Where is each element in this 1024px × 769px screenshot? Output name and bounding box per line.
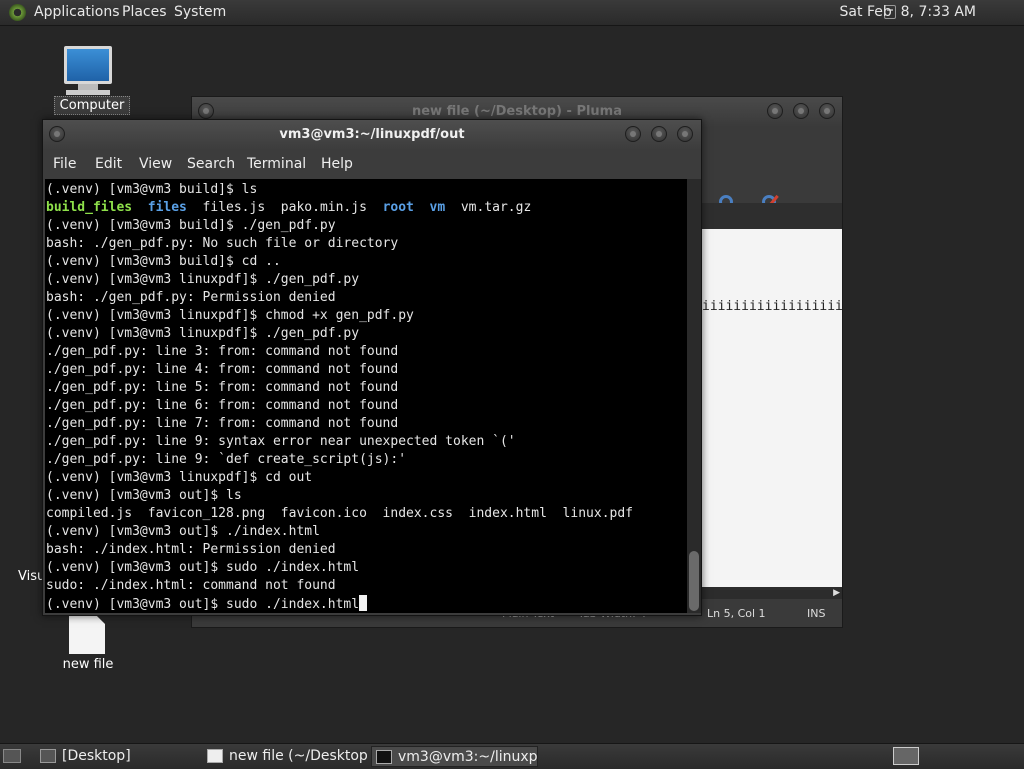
terminal-line: ./gen_pdf.py: line 6: from: command not … xyxy=(46,398,399,413)
task-pluma-label: new file (~/Desktop... xyxy=(229,748,367,764)
terminal-line: ./gen_pdf.py: line 9: syntax error near … xyxy=(46,434,516,449)
mate-logo-icon[interactable] xyxy=(9,4,26,21)
terminal-lines: (.venv) [vm3@vm3 build]$ ls build_files … xyxy=(46,181,633,613)
terminal-line: bash: ./gen_pdf.py: Permission denied xyxy=(46,290,336,305)
terminal-cursor xyxy=(359,595,368,611)
task-desktop-label: [Desktop] xyxy=(62,748,131,764)
terminal-line: (.venv) [vm3@vm3 build]$ cd .. xyxy=(46,254,281,269)
terminal-scrollbar[interactable] xyxy=(687,179,701,613)
terminal-minimize-button[interactable] xyxy=(625,126,641,142)
pluma-minimize-button[interactable] xyxy=(767,103,783,119)
text-editor-icon xyxy=(207,749,223,763)
pluma-horizontal-scrollbar[interactable]: ▶ xyxy=(700,587,842,599)
terminal-menubar: File Edit View Search Terminal Help xyxy=(43,150,701,179)
menu-terminal[interactable]: Terminal xyxy=(247,156,306,172)
menu-search[interactable]: Search xyxy=(187,156,235,172)
terminal-scrollbar-thumb[interactable] xyxy=(689,551,699,611)
ls-entry-build-files: build_files xyxy=(46,200,133,215)
terminal-line: (.venv) [vm3@vm3 out]$ sudo ./index.html xyxy=(46,560,360,575)
ls-entry-vm-tar: vm.tar.gz xyxy=(445,200,532,215)
ls-entry-files-js: files.js pako.min.js xyxy=(186,200,383,215)
text-file-icon[interactable] xyxy=(69,614,105,654)
terminal-window[interactable]: vm3@vm3:~/linuxpdf/out File Edit View Se… xyxy=(42,119,702,616)
terminal-line: ./gen_pdf.py: line 7: from: command not … xyxy=(46,416,399,431)
menu-view[interactable]: View xyxy=(139,156,172,172)
terminal-titlebar[interactable]: vm3@vm3:~/linuxpdf/out xyxy=(43,120,701,150)
terminal-line: (.venv) [vm3@vm3 out]$ ls xyxy=(46,488,242,503)
task-terminal[interactable]: vm3@vm3:~/linuxp... xyxy=(371,746,538,767)
terminal-close-button[interactable] xyxy=(677,126,693,142)
terminal-line: (.venv) [vm3@vm3 out]$ ./index.html xyxy=(46,524,320,539)
workspace-switcher-icon[interactable] xyxy=(893,747,919,765)
menu-edit[interactable]: Edit xyxy=(95,156,122,172)
terminal-line: (.venv) [vm3@vm3 linuxpdf]$ chmod +x gen… xyxy=(46,308,414,323)
computer-base xyxy=(66,90,110,95)
menu-help[interactable]: Help xyxy=(321,156,353,172)
terminal-line: compiled.js favicon_128.png favicon.ico … xyxy=(46,506,633,521)
computer-label[interactable]: Computer xyxy=(54,96,130,115)
terminal-line: (.venv) [vm3@vm3 linuxpdf]$ cd out xyxy=(46,470,313,485)
ls-entry-files: files xyxy=(147,200,187,215)
task-desktop[interactable]: [Desktop] xyxy=(36,746,198,767)
menu-file[interactable]: File xyxy=(53,156,76,172)
ls-entry-vm: vm xyxy=(429,200,446,215)
task-terminal-label: vm3@vm3:~/linuxp... xyxy=(398,749,538,765)
pluma-close-button[interactable] xyxy=(819,103,835,119)
terminal-line: ./gen_pdf.py: line 5: from: command not … xyxy=(46,380,399,395)
terminal-line: bash: ./gen_pdf.py: No such file or dire… xyxy=(46,236,399,251)
terminal-line: ./gen_pdf.py: line 4: from: command not … xyxy=(46,362,399,377)
terminal-maximize-button[interactable] xyxy=(651,126,667,142)
folder-icon xyxy=(40,749,56,763)
new-file-label[interactable]: new file xyxy=(56,657,120,672)
computer-icon[interactable] xyxy=(64,46,112,84)
terminal-title: vm3@vm3:~/linuxpdf/out xyxy=(279,127,465,142)
insert-mode: INS xyxy=(807,607,826,620)
menu-places[interactable]: Places xyxy=(122,4,167,20)
terminal-window-menu-button[interactable] xyxy=(49,126,65,142)
ls-sep xyxy=(414,200,430,215)
terminal-line: bash: ./index.html: Permission denied xyxy=(46,542,336,557)
terminal-line: ./gen_pdf.py: line 3: from: command not … xyxy=(46,344,399,359)
terminal-line: (.venv) [vm3@vm3 build]$ ls xyxy=(46,182,258,197)
task-pluma[interactable]: new file (~/Desktop... xyxy=(203,746,367,767)
clock[interactable]: Sat Feb 8, 7:33 AM xyxy=(840,4,976,20)
menu-system[interactable]: System xyxy=(174,4,226,20)
terminal-prompt-line[interactable]: (.venv) [vm3@vm3 out]$ sudo ./index.html xyxy=(46,595,633,613)
pluma-window-menu-button[interactable] xyxy=(198,103,214,119)
terminal-line: (.venv) [vm3@vm3 linuxpdf]$ ./gen_pdf.py xyxy=(46,272,360,287)
pluma-text-area[interactable]: iiiiiiiiiiiiiiiiiiiii xyxy=(700,229,842,587)
terminal-line-ls-output: build_files files files.js pako.min.js r… xyxy=(46,199,633,217)
scroll-right-arrow-icon[interactable]: ▶ xyxy=(833,588,840,598)
terminal-current-command: (.venv) [vm3@vm3 out]$ sudo ./index.html xyxy=(46,597,360,612)
show-desktop-icon[interactable] xyxy=(3,749,21,763)
bottom-panel: [Desktop] new file (~/Desktop... vm3@vm3… xyxy=(0,743,1024,769)
terminal-output[interactable]: (.venv) [vm3@vm3 build]$ ls build_files … xyxy=(45,179,687,613)
menu-applications[interactable]: Applications xyxy=(34,4,120,20)
cursor-position: Ln 5, Col 1 xyxy=(707,607,766,620)
top-panel: Applications Places System Sat Feb 8, 7:… xyxy=(0,0,1024,26)
ls-entry-root: root xyxy=(382,200,414,215)
pluma-text-line: iiiiiiiiiiiiiiiiiiiii xyxy=(702,299,842,314)
terminal-line: (.venv) [vm3@vm3 build]$ ./gen_pdf.py xyxy=(46,218,336,233)
terminal-line: ./gen_pdf.py: line 9: `def create_script… xyxy=(46,452,407,467)
terminal-line: (.venv) [vm3@vm3 linuxpdf]$ ./gen_pdf.py xyxy=(46,326,360,341)
terminal-icon xyxy=(376,750,392,764)
terminal-line: sudo: ./index.html: command not found xyxy=(46,578,336,593)
pluma-maximize-button[interactable] xyxy=(793,103,809,119)
ls-sep xyxy=(132,200,148,215)
